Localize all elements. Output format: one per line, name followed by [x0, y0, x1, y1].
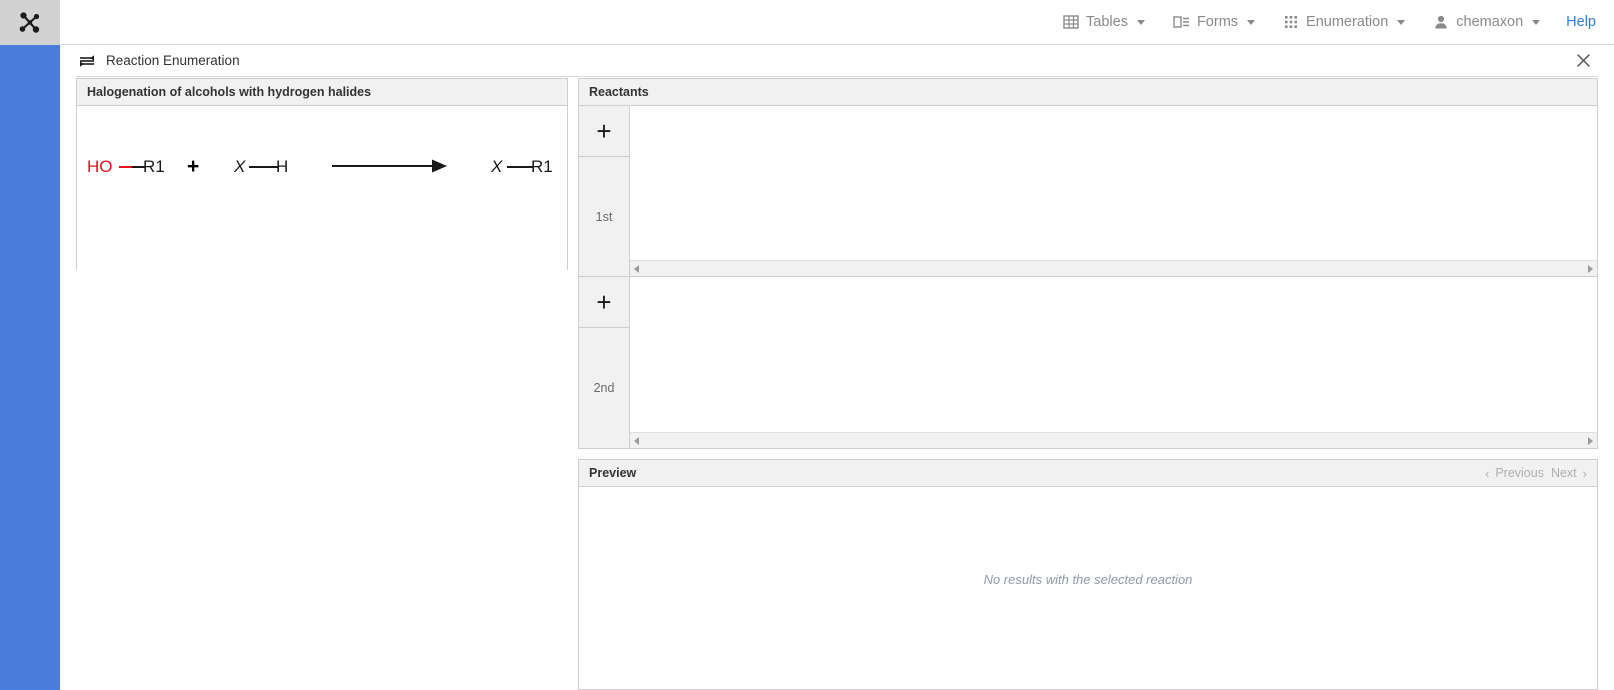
reactant1-left-atom: HO: [87, 158, 113, 175]
reactant1-bond: [119, 166, 145, 168]
chevron-down-icon: [1137, 20, 1145, 25]
chevron-down-icon: [1397, 20, 1405, 25]
product-left-atom: X: [491, 158, 502, 175]
reactant-ordinal-label: 2nd: [579, 328, 629, 448]
application-root: Tables Forms: [0, 0, 1614, 690]
chevron-right-icon: ›: [1583, 466, 1587, 481]
scroll-right-arrow-icon[interactable]: [1588, 265, 1593, 273]
reaction-scheme-canvas[interactable]: HO R1 + X H: [77, 106, 567, 270]
reaction-enumeration-window: Reaction Enumeration Halogenation of alc…: [60, 45, 1614, 690]
reactant-row: + 1st: [579, 106, 1597, 277]
help-link-label: Help: [1566, 14, 1596, 30]
menu-enumeration[interactable]: Enumeration: [1269, 0, 1419, 44]
page-title: Reaction Enumeration: [106, 53, 240, 68]
menu-user-label: chemaxon: [1456, 14, 1523, 30]
reactant-body-1st: [630, 106, 1597, 276]
reactant1-right-atom: R1: [143, 158, 165, 175]
table-grid-icon: [1063, 14, 1079, 30]
reactants-header-label: Reactants: [589, 85, 649, 99]
reactant-gutter-2nd: + 2nd: [579, 277, 630, 448]
scroll-right-arrow-icon[interactable]: [1588, 437, 1593, 445]
reaction-arrow-right-icon: [332, 156, 448, 179]
menu-forms-label: Forms: [1197, 14, 1238, 30]
top-navigation-bar: Tables Forms: [60, 0, 1614, 45]
reversible-reaction-arrows-icon: [78, 54, 96, 68]
preview-panel: Preview ‹ Previous Next ›: [578, 459, 1598, 690]
product-bond: [507, 166, 533, 168]
app-logo[interactable]: [0, 0, 60, 45]
menu-user-account[interactable]: chemaxon: [1419, 0, 1554, 44]
preview-empty-message: No results with the selected reaction: [984, 572, 1193, 587]
dots-grid-icon: [1283, 14, 1299, 30]
scroll-left-arrow-icon[interactable]: [634, 265, 639, 273]
previous-page-label: Previous: [1495, 466, 1544, 480]
scroll-left-arrow-icon[interactable]: [634, 437, 639, 445]
reactant-row: + 2nd: [579, 277, 1597, 448]
next-page-button[interactable]: Next ›: [1551, 466, 1587, 481]
reaction-title: Halogenation of alcohols with hydrogen h…: [87, 85, 371, 99]
reaction-plus-operator: +: [187, 156, 199, 177]
plus-icon: +: [596, 118, 611, 144]
chevron-left-icon: ‹: [1485, 466, 1489, 481]
close-icon[interactable]: [1572, 50, 1594, 72]
reaction-card-header: Halogenation of alcohols with hydrogen h…: [77, 79, 567, 106]
reactant-gutter-1st: + 1st: [579, 106, 630, 276]
previous-page-button[interactable]: ‹ Previous: [1485, 466, 1544, 481]
chevron-down-icon: [1247, 20, 1255, 25]
menu-tables[interactable]: Tables: [1049, 0, 1159, 44]
add-reactant-1st-button[interactable]: +: [579, 106, 629, 157]
left-navigation-rail: [0, 0, 60, 690]
preview-results-area: No results with the selected reaction: [579, 487, 1597, 689]
reactant2-left-atom: X: [234, 158, 245, 175]
preview-header-label: Preview: [589, 466, 636, 480]
menu-forms[interactable]: Forms: [1159, 0, 1269, 44]
reactant-structure-canvas-2nd[interactable]: [630, 277, 1597, 432]
reactant2-bond: [249, 166, 279, 168]
reactant-structure-canvas-1st[interactable]: [630, 106, 1597, 260]
chevron-down-icon: [1532, 20, 1540, 25]
menu-tables-label: Tables: [1086, 14, 1128, 30]
reaction-scheme: HO R1 + X H: [77, 106, 567, 270]
preview-pager: ‹ Previous Next ›: [1485, 466, 1587, 481]
reactants-panel: Reactants + 1st: [578, 78, 1598, 449]
next-page-label: Next: [1551, 466, 1577, 480]
reaction-card: Halogenation of alcohols with hydrogen h…: [76, 78, 568, 270]
plus-icon: +: [596, 289, 611, 315]
reactants-panel-header: Reactants: [579, 79, 1597, 106]
reactant-ordinal-label: 1st: [579, 157, 629, 276]
reactant-row-list: + 1st: [579, 106, 1597, 448]
add-reactant-2nd-button[interactable]: +: [579, 277, 629, 328]
help-link[interactable]: Help: [1554, 0, 1600, 44]
product-right-atom: R1: [531, 158, 553, 175]
reaction-column: Halogenation of alcohols with hydrogen h…: [76, 78, 568, 690]
preview-panel-header: Preview ‹ Previous Next ›: [579, 460, 1597, 487]
right-column: Reactants + 1st: [578, 78, 1598, 690]
chemaxon-molecule-logo-icon: [15, 8, 45, 38]
reactant2-right-atom: H: [276, 158, 288, 175]
forms-layout-icon: [1173, 14, 1190, 30]
user-person-icon: [1433, 14, 1449, 30]
reactant-horizontal-scrollbar-2nd[interactable]: [630, 432, 1597, 448]
menu-enumeration-label: Enumeration: [1306, 14, 1388, 30]
reactant-horizontal-scrollbar-1st[interactable]: [630, 260, 1597, 276]
reactant-body-2nd: [630, 277, 1597, 448]
window-content: Halogenation of alcohols with hydrogen h…: [76, 78, 1598, 690]
window-title-bar: Reaction Enumeration: [76, 45, 1598, 77]
